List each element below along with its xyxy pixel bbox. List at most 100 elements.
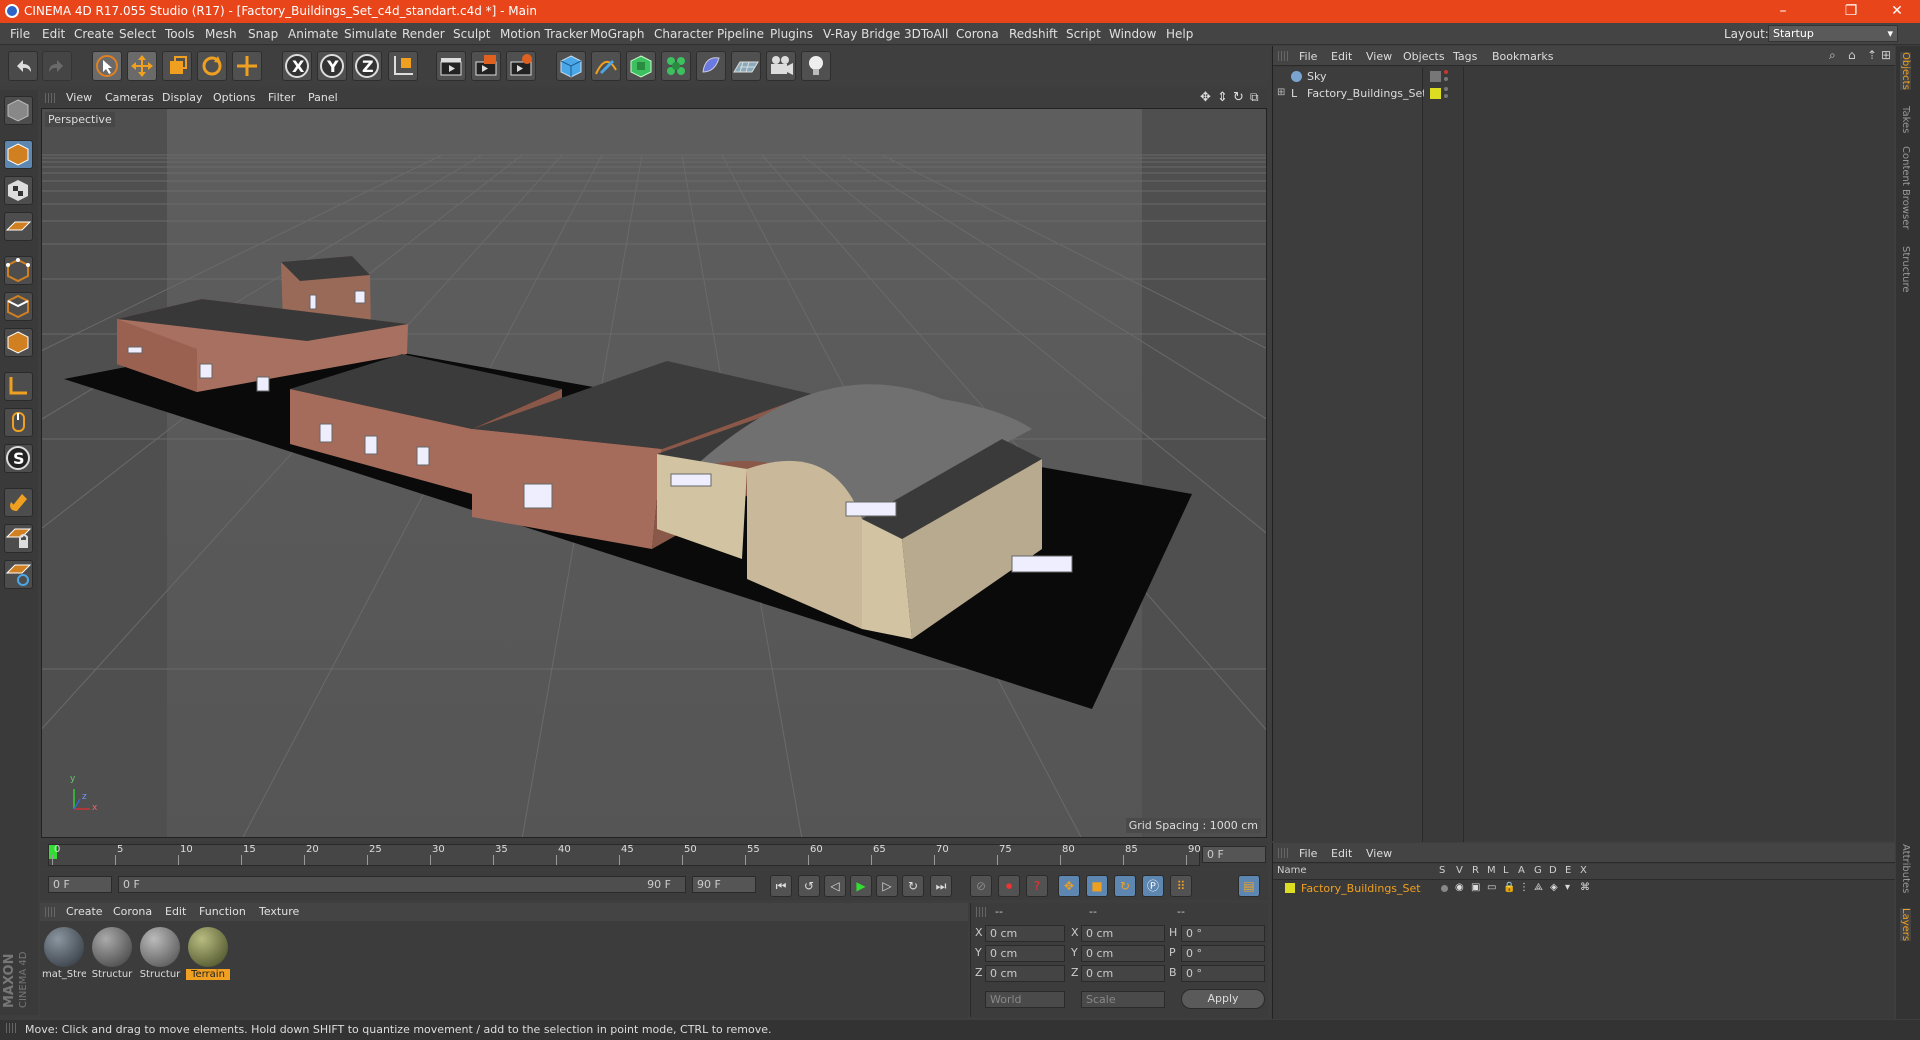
editor-visibility-dot[interactable] — [1444, 87, 1448, 91]
axis-x-button[interactable]: X — [282, 51, 312, 81]
end-frame-field[interactable]: 90 F — [692, 876, 756, 893]
menu-pipeline[interactable]: Pipeline — [717, 27, 764, 41]
axis-z-button[interactable]: Z — [352, 51, 382, 81]
rot-p-field[interactable]: 0 ° — [1181, 945, 1265, 962]
menu-simulate[interactable]: Simulate — [344, 27, 397, 41]
tab-takes[interactable]: Takes — [1900, 106, 1911, 133]
next-frame-button[interactable]: ▷ — [876, 875, 898, 897]
deformer-button[interactable] — [696, 51, 726, 81]
rot-h-field[interactable]: 0 ° — [1181, 925, 1265, 942]
material-menu-create[interactable]: Create — [66, 905, 103, 918]
subdivision-button[interactable] — [626, 51, 656, 81]
light-button[interactable] — [801, 51, 831, 81]
menu-mograph[interactable]: MoGraph — [590, 27, 645, 41]
menu-file[interactable]: File — [10, 27, 30, 41]
menu-mesh[interactable]: Mesh — [205, 27, 237, 41]
size-y-field[interactable]: 0 cm — [1081, 945, 1165, 962]
menu-edit[interactable]: Edit — [42, 27, 65, 41]
expression-toggle-icon[interactable]: ▾ — [1565, 882, 1570, 893]
render-visibility-dot[interactable] — [1444, 77, 1448, 81]
menu-window[interactable]: Window — [1109, 27, 1156, 41]
pos-x-field[interactable]: 0 cm — [985, 925, 1065, 942]
render-settings-button[interactable] — [506, 51, 536, 81]
layer-row[interactable]: Factory_Buildings_Set ◉ ▣ ▭ 🔒 ⋮ ⟁ ◈ ▾ ⌘ — [1273, 881, 1895, 897]
previous-frame-button[interactable]: ◁ — [824, 875, 846, 897]
viewport-menu-cameras[interactable]: Cameras — [105, 91, 154, 104]
navigate-icon[interactable]: ⇡ — [1867, 48, 1877, 62]
size-x-field[interactable]: 0 cm — [1081, 925, 1165, 942]
viewport-maximize-icon[interactable]: ⧉ — [1250, 90, 1259, 105]
render-visibility-dot[interactable] — [1444, 94, 1448, 98]
material-swatch[interactable]: Structur — [90, 925, 134, 987]
minimize-button[interactable]: – — [1760, 0, 1806, 23]
menu-3dtoall[interactable]: 3DToAll — [904, 27, 948, 41]
cube-object-button[interactable] — [556, 51, 586, 81]
menu-tools[interactable]: Tools — [165, 27, 195, 41]
frame-range-slider[interactable]: 0 F 90 F — [118, 876, 686, 893]
solo-toggle-icon[interactable] — [1441, 885, 1448, 892]
undo-button[interactable] — [8, 51, 38, 81]
editor-visibility-dot[interactable] — [1444, 70, 1448, 74]
layout-dropdown[interactable]: Startup ▾ — [1768, 25, 1898, 42]
workplane-mode-button[interactable] — [4, 212, 33, 241]
pos-z-field[interactable]: 0 cm — [985, 965, 1065, 982]
points-mode-button[interactable] — [4, 256, 33, 285]
axis-mode-button[interactable] — [4, 372, 33, 401]
object-row-factory-buildings-set[interactable]: ⊞ L Factory_Buildings_Set — [1275, 86, 1427, 103]
objects-menu-bookmarks[interactable]: Bookmarks — [1492, 50, 1553, 63]
objects-menu-objects[interactable]: Objects — [1403, 50, 1445, 63]
autokey-button[interactable]: ⏺ — [998, 875, 1020, 897]
tab-objects[interactable]: Objects — [1900, 52, 1911, 90]
menu-create[interactable]: Create — [74, 27, 114, 41]
key-rotation-button[interactable]: ↻ — [1114, 875, 1136, 897]
snapping-button[interactable]: S — [4, 444, 33, 473]
deformer-toggle-icon[interactable]: ◈ — [1550, 882, 1558, 893]
viewport-name-label[interactable]: Perspective — [45, 112, 115, 127]
menu-snap[interactable]: Snap — [248, 27, 278, 41]
rotate-button[interactable] — [197, 51, 227, 81]
generator-toggle-icon[interactable]: ⟁ — [1534, 882, 1543, 893]
coordinate-mode-dropdown[interactable]: World — [985, 991, 1065, 1008]
timeline-ruler[interactable]: 0 5 10 15 20 25 30 35 40 45 50 55 60 65 70 75 80 85 90 0 F — [40, 841, 1268, 869]
render-toggle-icon[interactable]: ▣ — [1471, 882, 1480, 893]
size-z-field[interactable]: 0 cm — [1081, 965, 1165, 982]
render-picture-viewer-button[interactable] — [471, 51, 501, 81]
pos-y-field[interactable]: 0 cm — [985, 945, 1065, 962]
floor-button[interactable] — [731, 51, 761, 81]
close-button[interactable]: ✕ — [1874, 0, 1920, 23]
material-menu-corona[interactable]: Corona — [113, 905, 152, 918]
viewport-move-icon[interactable]: ✥ — [1200, 90, 1211, 105]
model-mode-button[interactable] — [4, 140, 33, 169]
camera-button[interactable] — [766, 51, 796, 81]
viewport-zoom-icon[interactable]: ⇕ — [1217, 90, 1228, 105]
cloner-button[interactable] — [661, 51, 691, 81]
tab-content-browser[interactable]: Content Browser — [1900, 146, 1911, 229]
viewport-menu-display[interactable]: Display — [162, 91, 203, 104]
pen-spline-button[interactable] — [591, 51, 621, 81]
animation-toggle-icon[interactable]: ⋮ — [1519, 882, 1529, 893]
manager-toggle-icon[interactable]: ▭ — [1487, 882, 1496, 893]
home-icon[interactable]: ⌂ — [1848, 48, 1856, 62]
tab-layers[interactable]: Layers — [1900, 908, 1911, 942]
go-to-start-button[interactable]: ⏮ — [770, 875, 792, 897]
menu-script[interactable]: Script — [1066, 27, 1101, 41]
current-frame-field[interactable]: 0 F — [1202, 846, 1266, 863]
tweak-mode-button[interactable] — [4, 408, 33, 437]
new-view-icon[interactable]: ⊞ — [1881, 48, 1891, 62]
menu-render[interactable]: Render — [402, 27, 445, 41]
next-key-button[interactable]: ↻ — [902, 875, 924, 897]
move-button[interactable] — [127, 51, 157, 81]
material-swatch[interactable]: mat_Stre — [42, 925, 86, 987]
keyframe-selection-button[interactable]: ? — [1026, 875, 1048, 897]
record-keys-button[interactable]: ⊘ — [970, 875, 992, 897]
objects-menu-file[interactable]: File — [1299, 50, 1317, 63]
key-scale-button[interactable]: ■ — [1086, 875, 1108, 897]
viewport-rotate-icon[interactable]: ↻ — [1233, 90, 1244, 105]
layer-toggle-icon[interactable] — [1430, 71, 1441, 82]
layers-menu-edit[interactable]: Edit — [1331, 847, 1352, 860]
redo-button[interactable] — [42, 51, 72, 81]
previous-key-button[interactable]: ↺ — [798, 875, 820, 897]
xref-toggle-icon[interactable]: ⌘ — [1580, 882, 1590, 893]
object-row-sky[interactable]: Sky — [1275, 69, 1423, 86]
timeline-window-button[interactable]: ▤ — [1238, 875, 1260, 897]
